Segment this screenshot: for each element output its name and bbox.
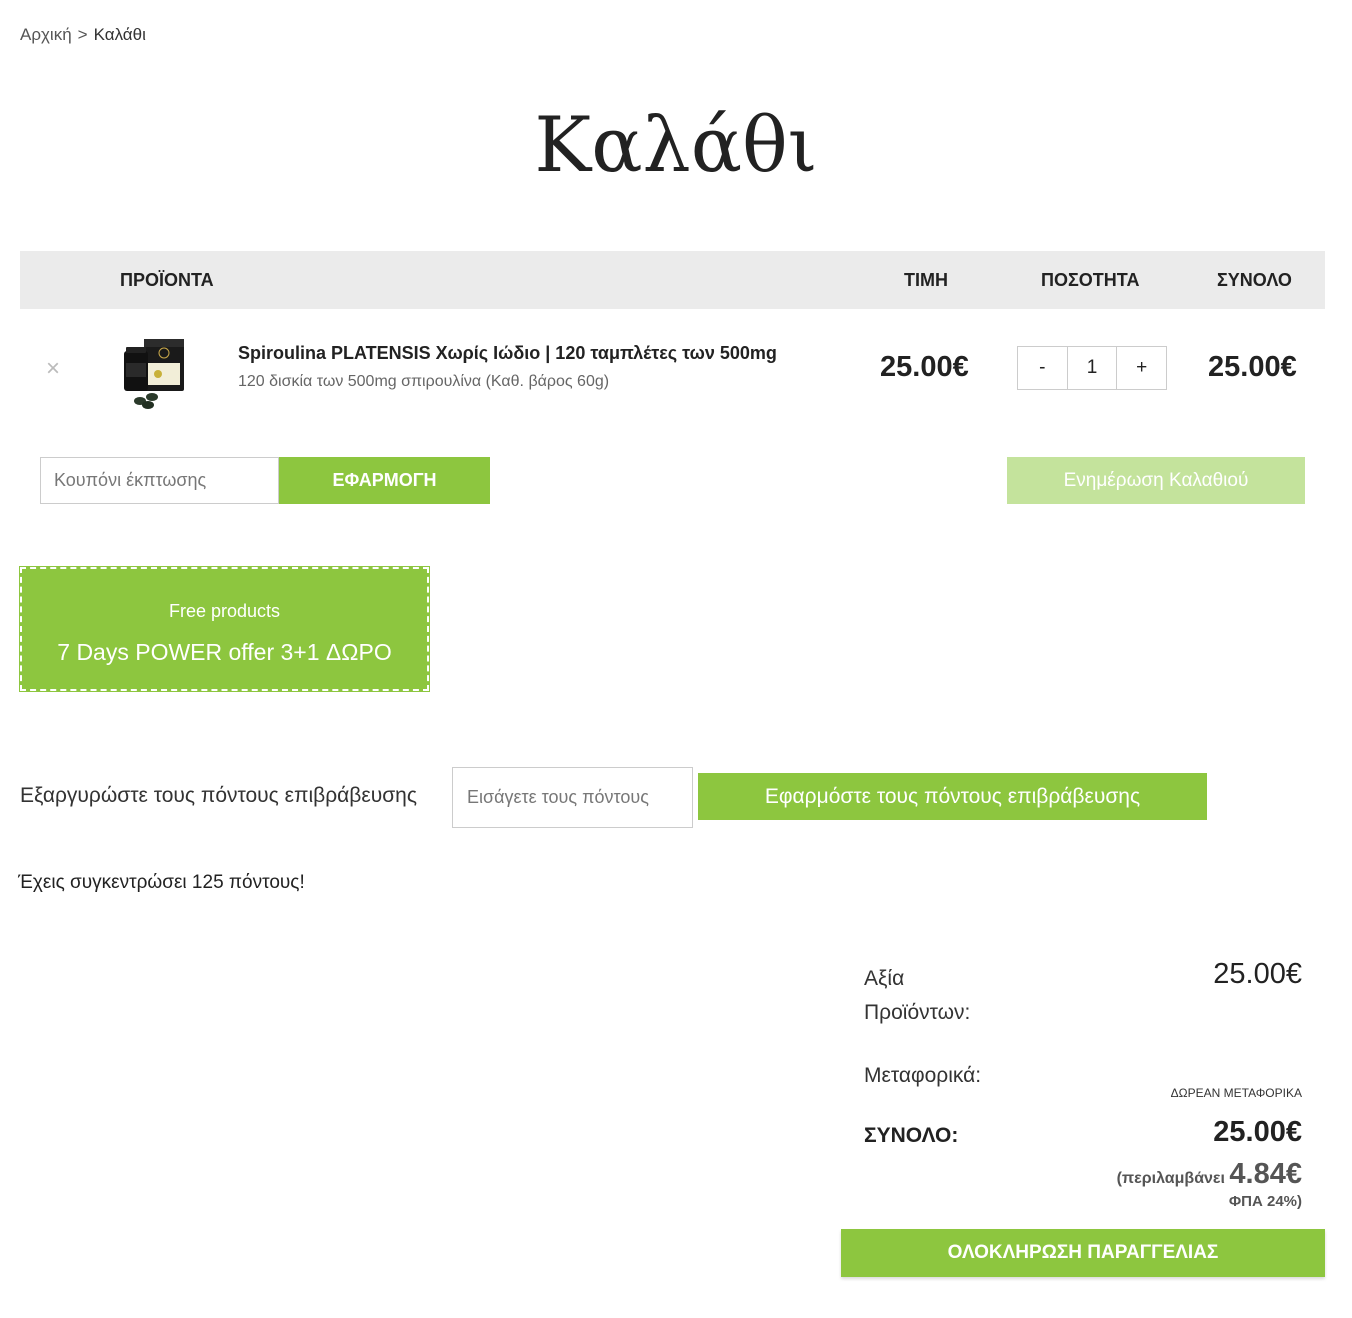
coupon-input[interactable] bbox=[40, 457, 279, 504]
remove-item-icon[interactable]: × bbox=[46, 355, 60, 383]
header-quantity: ΠΟΣΟΤΗΤΑ bbox=[1041, 270, 1140, 290]
redeem-points-label: Εξαργυρώστε τους πόντους επιβράβευσης bbox=[20, 784, 417, 807]
points-balance-message: Έχεις συγκεντρώσει 125 πόντους! bbox=[18, 872, 305, 893]
product-price: 25.00€ bbox=[880, 351, 969, 383]
shipping-value: ΔΩΡΕΑΝ ΜΕΤΑΦΟΡΙΚΑ bbox=[1170, 1086, 1302, 1100]
product-description: 120 δισκία των 500mg σπιρουλίνα (Καθ. βά… bbox=[238, 373, 610, 390]
update-cart-button[interactable]: Ενημέρωση Καλαθιού bbox=[1007, 457, 1305, 504]
points-input[interactable] bbox=[452, 767, 693, 828]
free-products-promo[interactable]: Free products 7 Days POWER offer 3+1 ΔΩΡ… bbox=[19, 566, 430, 692]
subtotal-value: 25.00€ bbox=[1213, 958, 1302, 990]
header-price: ΤΙΜΗ bbox=[904, 270, 948, 290]
header-products: ΠΡΟΪΟΝΤΑ bbox=[120, 270, 214, 290]
page-title: Καλάθι bbox=[534, 100, 818, 189]
qty-input[interactable]: 1 bbox=[1066, 347, 1118, 389]
qty-increase-button[interactable]: + bbox=[1117, 347, 1166, 389]
subtotal-label: Αξία Προϊόντων: bbox=[864, 967, 971, 1024]
order-total-label: ΣΥΝΟΛΟ: bbox=[864, 1124, 959, 1147]
cart-item-row: × Spiroulina PLATENSIS Χωρίς Ιώδιο | 120… bbox=[20, 309, 1325, 429]
vat-rate: ΦΠΑ 24%) bbox=[1228, 1193, 1302, 1210]
promo-title: 7 Days POWER offer 3+1 ΔΩΡΟ bbox=[57, 639, 392, 665]
breadcrumb-home-link[interactable]: Αρχική bbox=[20, 25, 72, 44]
breadcrumb-current: Καλάθι bbox=[93, 25, 146, 44]
header-total: ΣΥΝΟΛΟ bbox=[1217, 270, 1292, 290]
checkout-button[interactable]: ΟΛΟΚΛΗΡΩΣΗ ΠΑΡΑΓΓΕΛΙΑΣ bbox=[841, 1229, 1325, 1277]
apply-coupon-button[interactable]: ΕΦΑΡΜΟΓΗ bbox=[279, 457, 490, 504]
vat-prefix: (περιλαμβάνει bbox=[1116, 1170, 1225, 1187]
breadcrumb: Αρχική > Καλάθι bbox=[20, 25, 146, 45]
cart-table-header: ΠΡΟΪΟΝΤΑ ΤΙΜΗ ΠΟΣΟΤΗΤΑ ΣΥΝΟΛΟ bbox=[20, 251, 1325, 309]
apply-points-button[interactable]: Εφαρμόστε τους πόντους επιβράβευσης bbox=[698, 773, 1207, 820]
shipping-label: Μεταφορικά: bbox=[864, 1064, 982, 1087]
order-total-value: 25.00€ bbox=[1213, 1116, 1302, 1148]
product-line-total: 25.00€ bbox=[1208, 351, 1297, 383]
breadcrumb-separator: > bbox=[77, 25, 88, 44]
quantity-stepper: - 1 + bbox=[1017, 346, 1167, 390]
vat-amount: 4.84€ bbox=[1229, 1158, 1302, 1190]
promo-subtitle: Free products bbox=[168, 601, 281, 621]
product-thumbnail[interactable] bbox=[118, 333, 190, 411]
product-name[interactable]: Spiroulina PLATENSIS Χωρίς Ιώδιο | 120 τ… bbox=[238, 343, 777, 364]
qty-decrease-button[interactable]: - bbox=[1018, 347, 1067, 389]
vat-note: (περιλαμβάνει 4.84€ bbox=[1117, 1158, 1302, 1191]
